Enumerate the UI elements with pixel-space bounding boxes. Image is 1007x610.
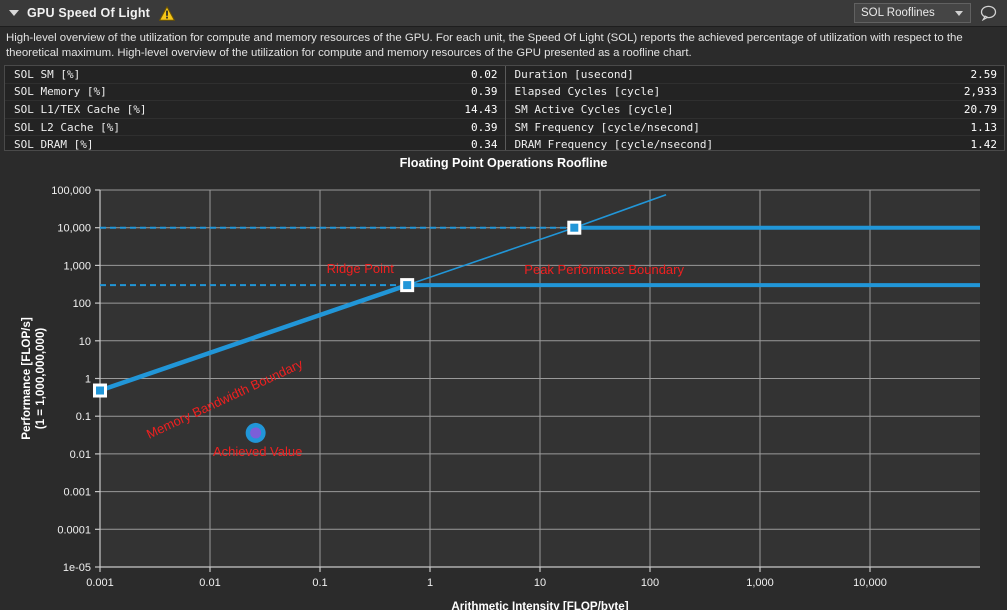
metric-value: 0.34 — [471, 138, 498, 152]
y-tick-label: 1 — [85, 374, 91, 386]
metric-value: 1.13 — [970, 120, 998, 134]
metric-label: DRAM Frequency [cycle/nsecond] — [514, 138, 714, 152]
warning-triangle-icon — [159, 5, 176, 21]
x-tick-label: 10,000 — [853, 577, 887, 589]
metric-label: Elapsed Cycles [cycle] — [514, 85, 661, 99]
x-tick-label: 0.01 — [199, 577, 220, 589]
y-tick-label: 100 — [73, 298, 91, 310]
section-header: GPU Speed Of Light SOL Rooflines — [0, 0, 1007, 27]
x-tick-label: 1,000 — [746, 577, 774, 589]
table-row: SOL L2 Cache [%] 0.39 — [5, 119, 505, 137]
peak-performance-boundary-label: Peak Performace Boundary — [524, 262, 684, 277]
metrics-column-left: SOL SM [%] 0.02 SOL Memory [%] 0.39 SOL … — [5, 66, 505, 153]
roofline-chart: 100,000 10,000 1,000 100 10 1 0.1 0.01 0.001 0.00… — [0, 172, 1007, 610]
table-row: SM Frequency [cycle/nsecond] 1.13 — [505, 119, 1004, 137]
gpu-speed-of-light-panel: GPU Speed Of Light SOL Rooflines High-le… — [0, 0, 1007, 610]
metric-value: 2.59 — [970, 67, 998, 81]
y-tick-label: 1e-05 — [63, 562, 91, 574]
y-tick-label: 1,000 — [63, 260, 91, 272]
achieved-value-label: Achieved Value — [213, 444, 302, 459]
caret-down-icon[interactable] — [9, 10, 19, 16]
metric-value: 0.39 — [471, 120, 498, 134]
section-description: High-level overview of the utilization f… — [6, 32, 963, 59]
chart-type-dropdown-value: SOL Rooflines — [861, 7, 935, 19]
table-row: Elapsed Cycles [cycle] 2,933 — [505, 84, 1004, 102]
y-tick-label: 10 — [79, 336, 91, 348]
metric-label: Duration [usecond] — [514, 67, 634, 81]
table-row: DRAM Frequency [cycle/nsecond] 1.42 — [506, 136, 1005, 153]
y-tick-label: 0.0001 — [57, 524, 91, 536]
metric-label: SOL Memory [%] — [14, 85, 107, 99]
ridge-point-marker-low[interactable] — [403, 281, 412, 290]
metric-label: SM Active Cycles [cycle] — [514, 102, 674, 116]
metric-value: 2,933 — [963, 85, 997, 99]
table-row: SM Active Cycles [cycle] 20.79 — [505, 101, 1004, 119]
ridge-point-marker-high[interactable] — [570, 223, 579, 232]
metric-value: 20.79 — [963, 102, 997, 116]
page-title: GPU Speed Of Light — [27, 6, 151, 20]
metric-label: SM Frequency [cycle/nsecond] — [514, 120, 700, 134]
metric-label: SOL DRAM [%] — [14, 138, 94, 152]
metrics-column-right: Duration [usecond] 2.59 Elapsed Cycles [… — [504, 66, 1005, 153]
y-tick-label: 0.01 — [70, 449, 91, 461]
metric-value: 0.02 — [471, 67, 498, 81]
y-tick-label: 0.1 — [76, 411, 91, 423]
metric-value: 14.43 — [464, 102, 498, 116]
metric-label: SOL L2 Cache [%] — [14, 120, 120, 134]
metric-label: SOL L1/TEX Cache [%] — [14, 102, 147, 116]
table-row: SOL Memory [%] 0.39 — [5, 84, 505, 102]
comment-bubble-icon[interactable] — [980, 5, 997, 21]
achieved-value-marker-core — [250, 427, 262, 439]
y-tick-label: 0.001 — [63, 487, 91, 499]
x-tick-label: 0.1 — [312, 577, 327, 589]
metrics-table: SOL SM [%] 0.02 SOL Memory [%] 0.39 SOL … — [4, 65, 1005, 151]
x-tick-label: 100 — [641, 577, 659, 589]
x-axis-title: Arithmetic Intensity [FLOP/byte] — [451, 600, 628, 610]
metric-value: 0.39 — [471, 85, 498, 99]
x-tick-label: 10 — [534, 577, 546, 589]
origin-marker[interactable] — [96, 386, 104, 395]
x-tick-label: 0.001 — [86, 577, 114, 589]
table-row: SOL L1/TEX Cache [%] 14.43 — [5, 101, 505, 119]
y-axis-title-line2: (1 = 1,000,000,000) — [34, 328, 47, 430]
x-tick-label: 1 — [427, 577, 433, 589]
metric-label: SOL SM [%] — [14, 67, 81, 81]
chart-type-dropdown[interactable]: SOL Rooflines — [854, 3, 971, 23]
y-tick-label: 10,000 — [57, 223, 91, 235]
table-row: SOL DRAM [%] 0.34 — [5, 136, 505, 153]
ridge-point-label: Ridge Point — [327, 261, 395, 276]
header-controls: SOL Rooflines — [854, 3, 997, 23]
table-row: Duration [usecond] 2.59 — [505, 66, 1004, 84]
chevron-down-icon — [955, 10, 963, 16]
metric-value: 1.42 — [970, 138, 998, 152]
y-tick-label: 100,000 — [51, 185, 91, 197]
y-axis-title-line1: Performance [FLOP/s] — [20, 317, 33, 440]
table-row: SOL SM [%] 0.02 — [5, 66, 505, 84]
chart-title: Floating Point Operations Roofline — [399, 156, 608, 170]
